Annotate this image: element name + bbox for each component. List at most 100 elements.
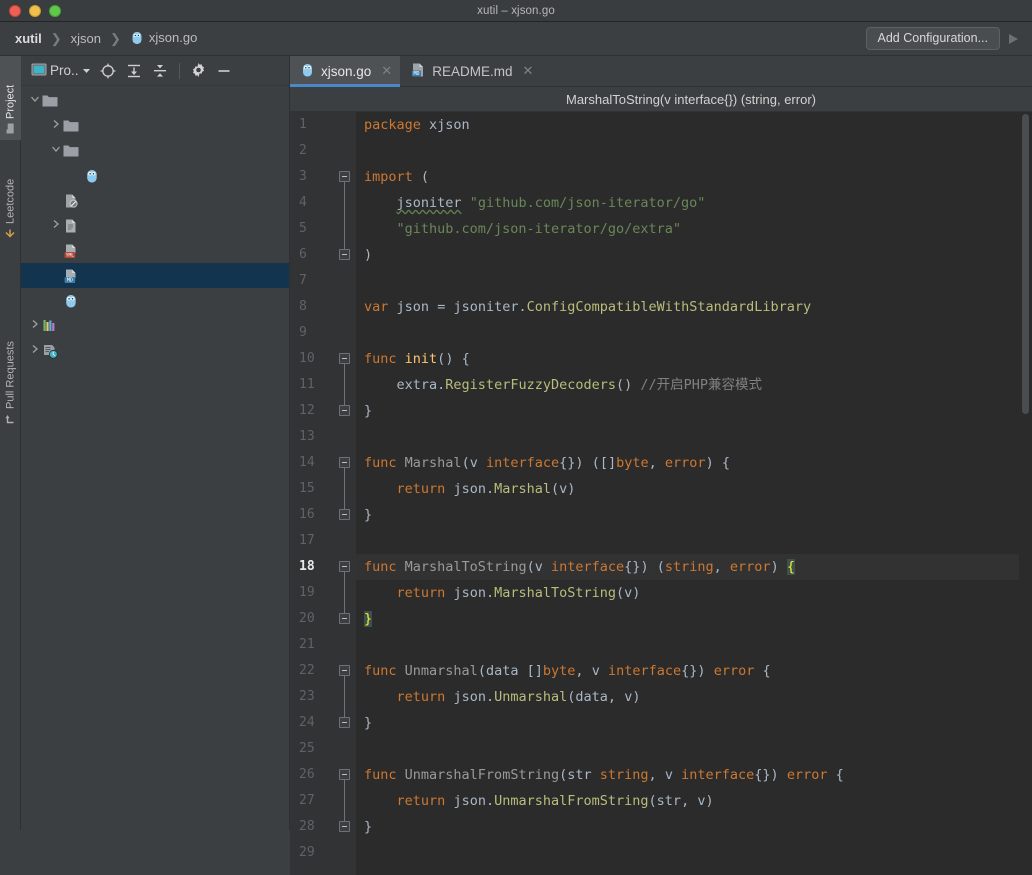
expand-all-button[interactable] <box>122 59 146 83</box>
left-tool-strip: Project Leetcode Pull Requests <box>0 56 21 875</box>
tab-readme-md[interactable]: MD README.md ✕ <box>400 56 541 86</box>
fold-close-icon[interactable] <box>339 405 350 416</box>
fold-open-icon[interactable] <box>339 457 350 472</box>
code-line[interactable] <box>356 424 1032 450</box>
tree-row[interactable]: MD <box>21 263 289 288</box>
collapse-all-button[interactable] <box>148 59 172 83</box>
fold-open-icon[interactable] <box>339 171 350 186</box>
code-line[interactable]: return json.MarshalToString(v) <box>356 580 1032 606</box>
fold-close-icon[interactable] <box>339 509 350 520</box>
sidebar-item-leetcode[interactable]: Leetcode <box>0 160 21 246</box>
twisty-collapsed-icon[interactable] <box>27 319 42 332</box>
chevron-down-icon <box>82 63 91 78</box>
close-icon[interactable]: ✕ <box>522 63 533 79</box>
code-line[interactable]: } <box>356 814 1032 840</box>
tree-row[interactable] <box>21 188 289 213</box>
fold-open-icon[interactable] <box>339 665 350 680</box>
code-line[interactable] <box>356 736 1032 762</box>
fold-open-icon[interactable] <box>339 561 350 576</box>
tree-row[interactable] <box>21 113 289 138</box>
twisty-expanded-icon[interactable] <box>48 144 63 157</box>
hide-panel-button[interactable] <box>212 59 236 83</box>
tab-xjson-go[interactable]: xjson.go ✕ <box>290 56 401 87</box>
code-line[interactable] <box>356 268 1032 294</box>
twisty-collapsed-icon[interactable] <box>48 219 63 232</box>
settings-button[interactable] <box>187 59 210 83</box>
code-line[interactable]: package xjson <box>356 112 1032 138</box>
tree-row[interactable] <box>21 338 289 363</box>
scrollbar-thumb[interactable] <box>1022 114 1029 414</box>
close-icon[interactable]: ✕ <box>381 63 392 79</box>
code-line[interactable]: return json.Marshal(v) <box>356 476 1032 502</box>
tree-row[interactable] <box>21 213 289 238</box>
code-line[interactable] <box>356 528 1032 554</box>
sidebar-item-project[interactable]: Project <box>0 56 21 140</box>
fold-region-line <box>344 573 345 613</box>
gear-icon <box>192 63 204 77</box>
go-file-icon <box>84 168 100 184</box>
svg-text:MD: MD <box>414 71 420 77</box>
breadcrumb-item-folder[interactable]: xjson <box>68 30 104 47</box>
code-line[interactable]: ) <box>356 242 1032 268</box>
code-line[interactable]: func UnmarshalFromString(str string, v i… <box>356 762 1032 788</box>
line-number-gutter[interactable]: 1 2 3 4 5 6 7 8 9 10 11 12 13 14 15 16 17 18 19 20 21 22 23 24 2… <box>290 112 356 875</box>
code-line[interactable] <box>356 840 1032 866</box>
code-line[interactable]: "github.com/json-iterator/go/extra" <box>356 216 1032 242</box>
twisty-collapsed-icon[interactable] <box>27 344 42 357</box>
fold-gutter[interactable] <box>336 112 356 875</box>
twisty-collapsed-icon[interactable] <box>48 119 63 132</box>
fold-close-icon[interactable] <box>339 717 350 728</box>
tree-row[interactable] <box>21 163 289 188</box>
toolbar-divider <box>178 62 180 79</box>
project-view-selector[interactable]: Pro.. <box>28 59 94 83</box>
code-line[interactable] <box>356 138 1032 164</box>
locate-icon <box>100 63 115 78</box>
code-line[interactable] <box>356 632 1032 658</box>
tree-row[interactable] <box>21 288 289 313</box>
breadcrumb-item-file[interactable]: xjson.go <box>127 29 200 49</box>
editor-vertical-scrollbar[interactable] <box>1019 112 1032 875</box>
add-configuration-button[interactable]: Add Configuration... <box>865 27 1000 50</box>
fold-close-icon[interactable] <box>339 613 350 624</box>
breadcrumb-item-project[interactable]: xutil <box>12 30 45 47</box>
code-line[interactable]: jsoniter "github.com/json-iterator/go" <box>356 190 1032 216</box>
tree-row[interactable]: YML <box>21 238 289 263</box>
fold-region-line <box>344 365 345 405</box>
code-line[interactable]: var json = jsoniter.ConfigCompatibleWith… <box>356 294 1032 320</box>
code-line[interactable]: return json.Unmarshal(data, v) <box>356 684 1032 710</box>
code-line[interactable]: func Unmarshal(data []byte, v interface{… <box>356 658 1032 684</box>
run-button[interactable] <box>1000 32 1026 46</box>
code-line[interactable]: } <box>356 398 1032 424</box>
code-line[interactable]: extra.RegisterFuzzyDecoders() //开启PHP兼容模… <box>356 372 1032 398</box>
code-editor[interactable]: 1 2 3 4 5 6 7 8 9 10 11 12 13 14 15 16 17 18 19 20 21 22 23 24 2… <box>290 112 1032 875</box>
tree-row[interactable] <box>21 313 289 338</box>
code-line[interactable]: func Marshal(v interface{}) ([]byte, err… <box>356 450 1032 476</box>
go-file-icon <box>63 293 79 309</box>
navigation-bar: xutil ❯ xjson ❯ xjson.go Add Configurati… <box>0 22 1032 56</box>
code-line[interactable] <box>356 320 1032 346</box>
folder-icon <box>63 119 79 133</box>
folder-icon <box>42 94 58 108</box>
breadcrumb: xutil ❯ xjson ❯ xjson.go <box>12 29 866 49</box>
sidebar-item-label: Leetcode <box>4 178 17 224</box>
fold-close-icon[interactable] <box>339 821 350 832</box>
fold-open-icon[interactable] <box>339 353 350 368</box>
tree-row[interactable] <box>21 88 289 113</box>
code-line[interactable]: } <box>356 710 1032 736</box>
code-content[interactable]: package xjson import ( jsoniter "github.… <box>356 112 1032 875</box>
tree-row[interactable] <box>21 138 289 163</box>
code-line[interactable]: import ( <box>356 164 1032 190</box>
sidebar-item-label: Project <box>4 84 17 119</box>
fold-close-icon[interactable] <box>339 249 350 260</box>
code-line[interactable]: } <box>356 502 1032 528</box>
code-line[interactable]: func init() { <box>356 346 1032 372</box>
code-line[interactable]: func MarshalToString(v interface{}) (str… <box>356 554 1032 580</box>
locate-file-button[interactable] <box>96 59 120 83</box>
sidebar-item-pull-requests[interactable]: Pull Requests <box>0 318 21 431</box>
code-line[interactable]: return json.UnmarshalFromString(str, v) <box>356 788 1032 814</box>
twisty-expanded-icon[interactable] <box>27 94 42 107</box>
code-line[interactable]: } <box>356 606 1032 632</box>
folder-icon <box>63 144 79 158</box>
run-triangle-icon <box>1009 33 1018 44</box>
fold-open-icon[interactable] <box>339 769 350 784</box>
